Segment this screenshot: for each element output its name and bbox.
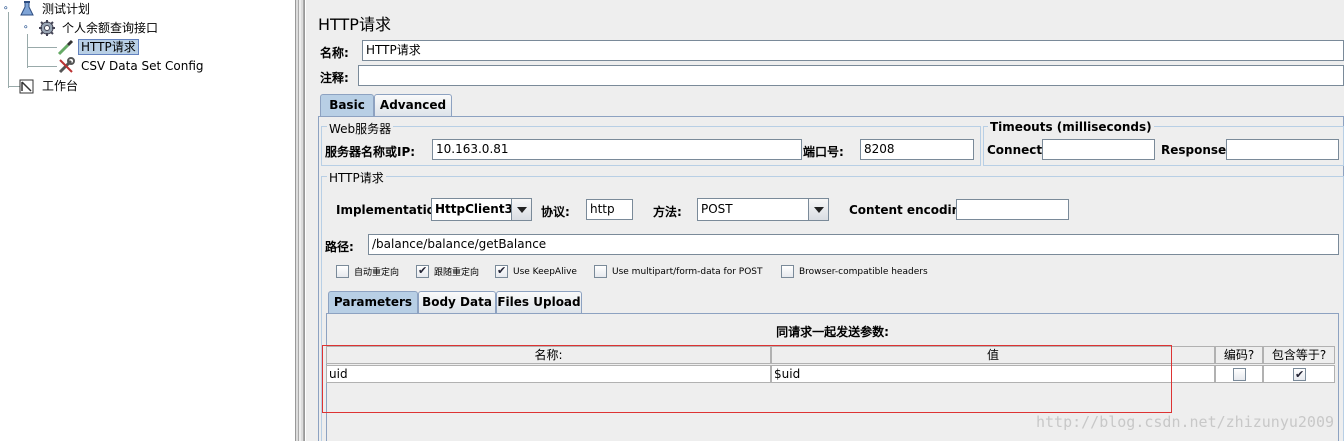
name-label: 名称: — [320, 46, 349, 60]
tree-connector — [27, 47, 57, 48]
follow-redirect-checkbox[interactable]: 跟随重定向 — [416, 264, 479, 278]
protocol-label: 协议: — [541, 205, 570, 219]
timeouts-title: Timeouts (milliseconds) — [988, 120, 1154, 134]
port-field[interactable]: 8208 — [860, 139, 974, 160]
gear-icon — [38, 19, 56, 37]
use-keepalive-checkbox[interactable]: Use KeepAlive — [495, 264, 577, 278]
page-title: HTTP请求 — [318, 15, 391, 34]
implementation-select[interactable]: HttpClient3.1 — [431, 198, 532, 221]
web-server-title: Web服务器 — [327, 120, 394, 137]
param-include-equals-cell[interactable] — [1263, 365, 1335, 383]
tab-parameters[interactable]: Parameters — [328, 291, 418, 313]
comment-label: 注释: — [320, 71, 349, 85]
content-encoding-label: Content encoding: — [849, 203, 974, 217]
tab-body-data[interactable]: Body Data — [418, 291, 496, 313]
params-caption: 同请求一起发送参数: — [776, 325, 889, 339]
watermark: http://blog.csdn.net/zhizunyu2009 — [1035, 413, 1334, 431]
chevron-down-icon[interactable] — [511, 199, 531, 220]
name-field[interactable]: HTTP请求 — [362, 40, 1344, 61]
tree-connector — [27, 34, 28, 68]
pane-splitter[interactable] — [295, 0, 305, 441]
tools-icon — [57, 57, 75, 75]
path-label: 路径: — [325, 240, 354, 254]
tab-basic[interactable]: Basic — [320, 94, 374, 116]
checkbox-box[interactable] — [336, 265, 349, 278]
response-timeout-field[interactable] — [1226, 139, 1339, 160]
tab-files-upload[interactable]: Files Upload — [496, 291, 582, 313]
collapse-toggle-icon[interactable]: ⚬ — [22, 23, 32, 33]
method-value: POST — [701, 202, 733, 216]
checkbox-box[interactable] — [594, 265, 607, 278]
response-label: Response: — [1161, 143, 1231, 157]
protocol-field[interactable]: http — [586, 199, 633, 220]
test-plan-icon — [18, 0, 36, 18]
checkbox-box[interactable] — [416, 264, 429, 278]
content-encoding-field[interactable] — [956, 199, 1069, 220]
collapse-toggle-icon[interactable]: ⚬ — [2, 4, 12, 14]
connect-label: Connect: — [987, 143, 1047, 157]
param-encode-cell[interactable] — [1215, 365, 1263, 383]
browser-compatible-headers-checkbox[interactable]: Browser-compatible headers — [781, 265, 928, 278]
chevron-down-icon[interactable] — [808, 199, 828, 220]
checkbox-box[interactable] — [781, 265, 794, 278]
checkbox-box[interactable] — [1233, 368, 1246, 381]
pipette-icon — [57, 38, 75, 56]
workbench-icon — [18, 77, 36, 95]
connect-timeout-field[interactable] — [1042, 139, 1155, 160]
tree-node-csv-data-set-config[interactable]: CSV Data Set Config — [57, 57, 207, 75]
column-header-encode[interactable]: 编码? — [1215, 346, 1263, 364]
server-ip-field[interactable]: 10.163.0.81 — [432, 139, 802, 160]
method-select[interactable]: POST — [697, 198, 829, 221]
multipart-form-checkbox[interactable]: Use multipart/form-data for POST — [594, 265, 763, 278]
checkbox-box[interactable] — [1293, 367, 1306, 383]
auto-redirect-checkbox[interactable]: 自动重定向 — [336, 265, 399, 278]
tree-node-workbench[interactable]: 工作台 — [18, 77, 81, 95]
comment-field[interactable] — [358, 65, 1344, 86]
tree-node-test-plan[interactable]: 测试计划 — [18, 0, 93, 18]
path-field[interactable]: /balance/balance/getBalance — [368, 234, 1339, 255]
port-label: 端口号: — [803, 145, 844, 159]
server-label: 服务器名称或IP: — [325, 145, 416, 159]
tab-advanced[interactable]: Advanced — [374, 94, 452, 116]
test-plan-tree[interactable]: ⚬ ⚬ 测试计划 个人余额查询接口 HTTP请求 CSV Data Set Co… — [0, 0, 295, 441]
tree-node-thread-group[interactable]: 个人余额查询接口 — [38, 19, 161, 37]
checkbox-box[interactable] — [495, 264, 508, 278]
http-request-group-title: HTTP请求 — [327, 169, 386, 186]
highlight-rectangle — [322, 345, 1172, 413]
http-request-panel: HTTP请求 名称: HTTP请求 注释: Basic Advanced Web… — [306, 0, 1344, 441]
tree-connector — [27, 66, 57, 67]
tree-node-http-request[interactable]: HTTP请求 — [57, 38, 139, 56]
column-header-include-equals[interactable]: 包含等于? — [1263, 346, 1335, 364]
method-label: 方法: — [653, 205, 682, 219]
tree-connector — [8, 12, 9, 88]
